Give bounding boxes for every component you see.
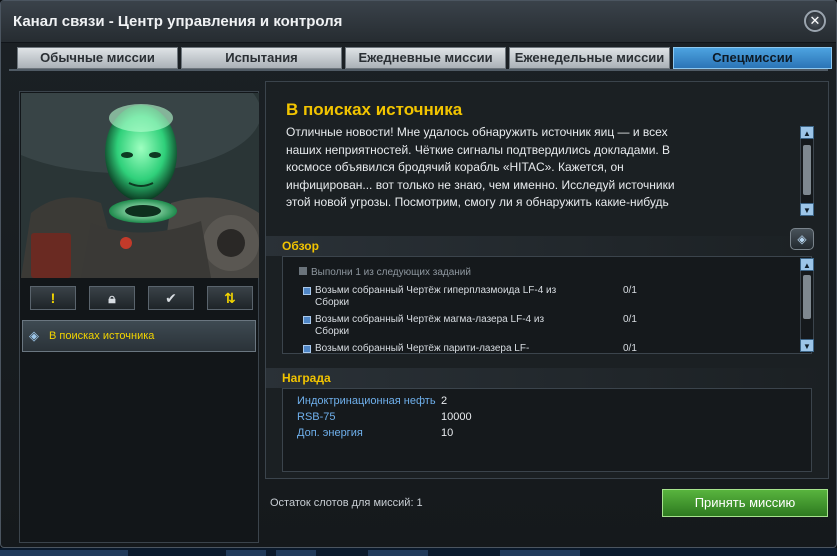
mission-details-panel: В поисках источника Отличные новости! Мн… [265, 81, 829, 479]
accept-mission-button[interactable]: Принять миссию [662, 489, 828, 517]
task-progress: 0/1 [623, 314, 637, 325]
tab-challenges[interactable]: Испытания [181, 47, 342, 69]
bullet-icon [303, 316, 311, 324]
window-title: Канал связи - Центр управления и контрол… [13, 13, 343, 30]
task-progress: 0/1 [623, 285, 637, 296]
task-text: Возьми собранный Чертёж парити-лазера LF… [315, 343, 530, 354]
exclamation-icon[interactable]: ! [30, 286, 76, 310]
task-condition: Выполни 1 из следующих заданий [299, 267, 471, 278]
task-progress: 0/1 [623, 343, 637, 354]
reward-name: RSB-75 [297, 411, 336, 423]
tab-divider [9, 69, 828, 71]
arrows-up-down-icon[interactable]: ⇅ [207, 286, 253, 310]
check-icon[interactable]: ✔ [148, 286, 194, 310]
reward-heading: Награда [266, 368, 828, 388]
reward-name: Индоктринационная нефть [297, 395, 436, 407]
reward-value: 10000 [441, 411, 472, 423]
title-bar: Канал связи - Центр управления и контрол… [1, 1, 836, 43]
character-portrait [21, 93, 259, 278]
lock-icon[interactable]: 🔒︎ [89, 286, 135, 310]
mission-filter-buttons: ! 🔒︎ ✔ ⇅ [30, 286, 253, 310]
reward-value: 2 [441, 395, 448, 407]
mission-title: В поисках источника [286, 100, 463, 119]
close-icon[interactable]: ✕ [804, 10, 826, 32]
mission-slots-remaining: Остаток слотов для миссий: 1 [270, 497, 423, 509]
bullet-icon [303, 287, 311, 295]
mission-list-label: В поисках источника [49, 330, 155, 342]
mission-list: ◈ В поисках источника [22, 320, 256, 352]
reward-list: Индоктринационная нефть 2 RSB-75 10000 Д… [282, 388, 812, 472]
diamond-icon[interactable]: ◈ [790, 228, 814, 250]
scroll-up-icon[interactable]: ▲ [800, 258, 814, 271]
task-list: Выполни 1 из следующих заданий Возьми со… [282, 256, 812, 354]
tasks-scrollbar[interactable]: ▲ ▼ [800, 258, 814, 352]
description-scrollbar[interactable]: ▲ ▼ [800, 126, 814, 216]
task-text: Возьми собранный Чертёж гиперплазмоида L… [315, 285, 557, 308]
bottom-strip [0, 548, 837, 556]
reward-name: Доп. энергия [297, 427, 363, 439]
mission-description: Отличные новости! Мне удалось обнаружить… [286, 125, 675, 216]
diamond-icon: ◈ [29, 328, 39, 343]
left-panel: ! 🔒︎ ✔ ⇅ ◈ В поисках источника [19, 91, 259, 543]
tab-regular-missions[interactable]: Обычные миссии [17, 47, 178, 69]
mission-window: Канал связи - Центр управления и контрол… [0, 0, 837, 548]
tab-special-missions[interactable]: Спецмиссии [673, 47, 832, 69]
list-item[interactable]: ◈ В поисках источника [22, 320, 256, 352]
tab-weekly-missions[interactable]: Еженедельные миссии [509, 47, 670, 69]
reward-value: 10 [441, 427, 454, 439]
scroll-up-icon[interactable]: ▲ [800, 126, 814, 139]
tab-daily-missions[interactable]: Ежедневные миссии [345, 47, 506, 69]
bullet-icon [303, 345, 311, 353]
scroll-down-icon[interactable]: ▼ [800, 339, 814, 352]
footer: Остаток слотов для миссий: 1 Принять мис… [265, 483, 829, 523]
task-text: Возьми собранный Чертёж магма-лазера LF-… [315, 314, 545, 337]
collapse-icon[interactable] [299, 267, 307, 275]
mission-tabs: Обычные миссии Испытания Ежедневные мисс… [17, 47, 832, 69]
cyborg-portrait-image [21, 93, 259, 278]
scroll-down-icon[interactable]: ▼ [800, 203, 814, 216]
overview-heading: Обзор [266, 236, 828, 256]
